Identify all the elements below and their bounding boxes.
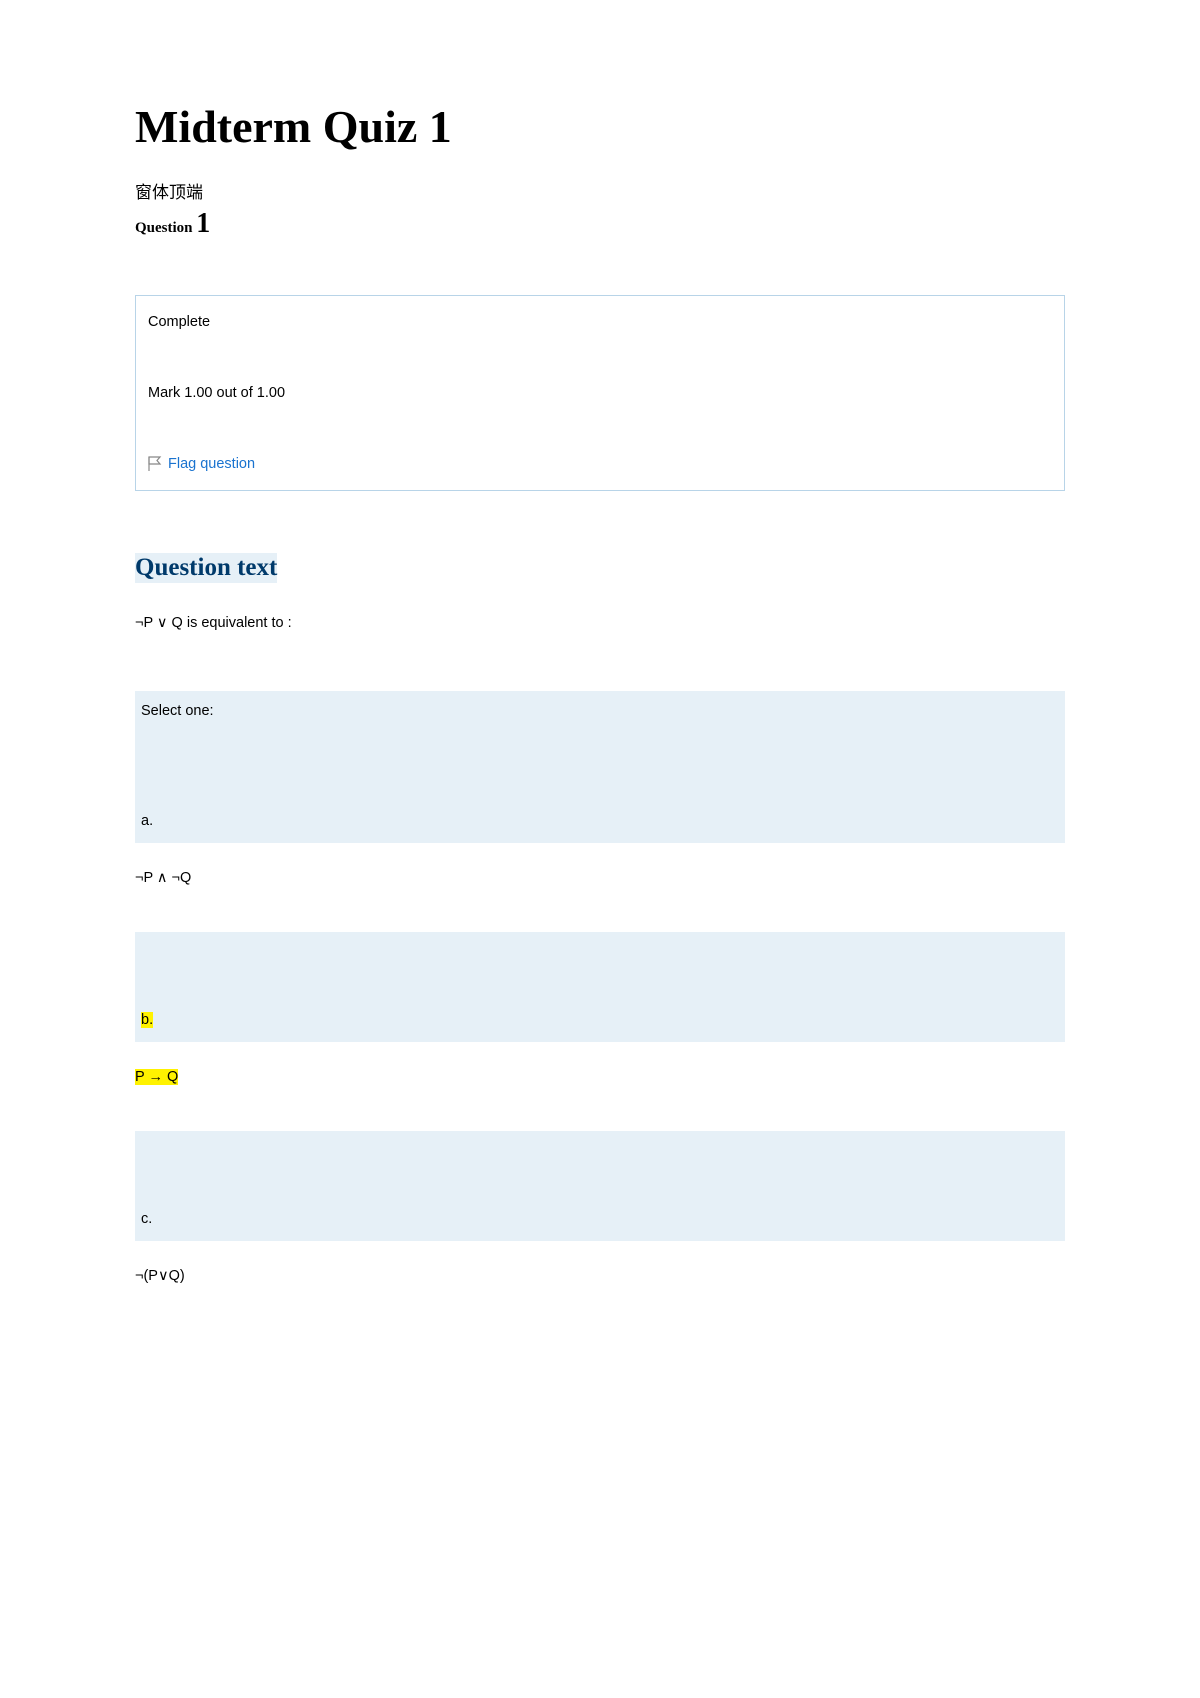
flag-question-row[interactable]: Flag question	[148, 456, 1052, 472]
question-text-heading: Question text	[135, 553, 277, 583]
options-wrapper: a. ¬P ∧ ¬Q b. P → Q c. ¬(P∨Q)	[135, 733, 1065, 1284]
form-top-text: 窗体顶端	[135, 178, 1065, 203]
option-letter-a: a.	[141, 813, 153, 829]
question-header: Question 1	[135, 208, 1065, 240]
option-answer-b: P → Q	[135, 1069, 1065, 1085]
flag-icon	[148, 456, 162, 472]
option-b[interactable]: b. P → Q	[135, 932, 1065, 1085]
question-label: Question	[135, 220, 193, 236]
question-number: 1	[196, 208, 210, 239]
option-answer-a: ¬P ∧ ¬Q	[135, 870, 1065, 886]
question-prompt: ¬P ∨ Q is equivalent to :	[135, 615, 1065, 631]
option-letter-b: b.	[141, 1012, 153, 1028]
select-one-label: Select one:	[135, 691, 1065, 733]
flag-question-link[interactable]: Flag question	[168, 456, 255, 472]
option-letter-c: c.	[141, 1211, 152, 1227]
page-title: Midterm Quiz 1	[135, 100, 1065, 153]
question-info-box: Complete Mark 1.00 out of 1.00 Flag ques…	[135, 295, 1065, 491]
option-answer-c: ¬(P∨Q)	[135, 1268, 1065, 1284]
option-c[interactable]: c. ¬(P∨Q)	[135, 1131, 1065, 1284]
option-a[interactable]: a. ¬P ∧ ¬Q	[135, 733, 1065, 886]
status-mark: Mark 1.00 out of 1.00	[148, 385, 1052, 401]
status-complete: Complete	[148, 314, 1052, 330]
